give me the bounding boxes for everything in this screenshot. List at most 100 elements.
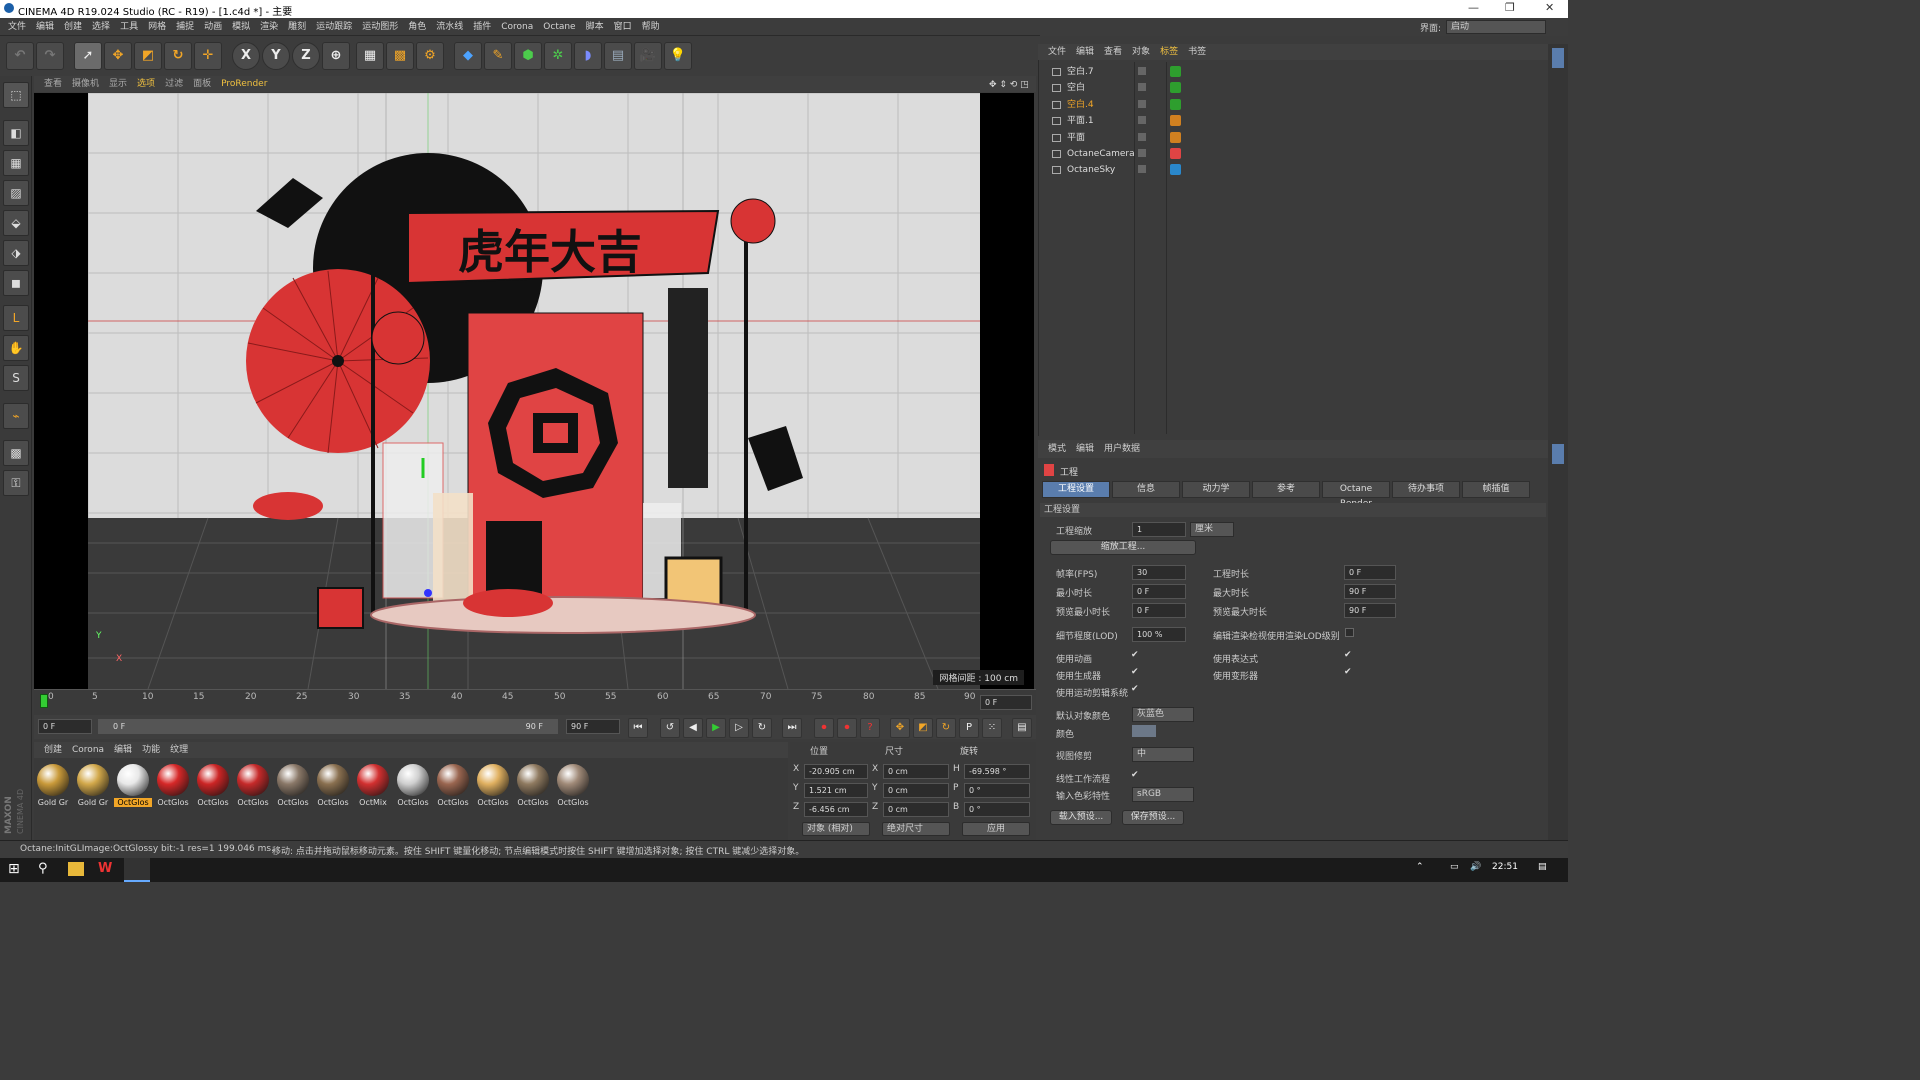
object-tag-icon[interactable] <box>1170 66 1181 77</box>
floor-icon[interactable]: ▤ <box>604 42 632 70</box>
menu-sculpt[interactable]: 雕刻 <box>288 22 306 32</box>
redo-button[interactable]: ↷ <box>36 42 64 70</box>
prev-key-icon[interactable]: ↺ <box>660 718 680 738</box>
viewport-menu-filter[interactable]: 过滤 <box>165 79 183 89</box>
render-view-icon[interactable]: ▦ <box>356 42 384 70</box>
preview-range-slider[interactable]: 0 F 90 F <box>98 719 558 734</box>
menu-snap[interactable]: 捕捉 <box>176 22 194 32</box>
default-color-select[interactable]: 灰蓝色 <box>1132 707 1194 722</box>
material-swatch[interactable]: OctGlos <box>434 762 472 807</box>
obj-menu-view[interactable]: 查看 <box>1104 47 1122 57</box>
menu-help[interactable]: 帮助 <box>642 22 660 32</box>
menu-tools[interactable]: 工具 <box>120 22 138 32</box>
max-time-field[interactable]: 90 F <box>1344 584 1396 599</box>
tab-info[interactable]: 信息 <box>1112 481 1180 498</box>
tab-frame-interpolation[interactable]: 帧插值 <box>1462 481 1530 498</box>
prev-frame-icon[interactable]: ◀ <box>683 718 703 738</box>
points-mode-icon[interactable]: ⬙ <box>3 210 29 236</box>
deformer-icon[interactable]: ◗ <box>574 42 602 70</box>
goto-end-icon[interactable]: ⏭ <box>782 718 802 738</box>
menu-edit[interactable]: 编辑 <box>36 22 54 32</box>
viewport-menu-cameras[interactable]: 摄像机 <box>72 79 99 89</box>
render-settings-icon[interactable]: ⚙ <box>416 42 444 70</box>
x-axis-lock[interactable]: X <box>232 42 260 70</box>
object-row[interactable]: OctaneCamera <box>1042 146 1542 162</box>
use-animation-checkbox[interactable]: ✔ <box>1131 650 1139 660</box>
position-field[interactable]: -20.905 cm <box>804 764 868 779</box>
volume-icon[interactable]: 🔊 <box>1470 862 1481 872</box>
viewport-menu-options[interactable]: 选项 <box>137 79 155 89</box>
notifications-icon[interactable]: ▤ <box>1538 862 1547 872</box>
key-position-icon[interactable]: ✥ <box>890 718 910 738</box>
scale-project-button[interactable]: 缩放工程... <box>1050 540 1196 555</box>
wps-icon[interactable]: W <box>98 861 112 876</box>
menu-file[interactable]: 文件 <box>8 22 26 32</box>
object-tag-icon[interactable] <box>1170 115 1181 127</box>
rotation-field[interactable]: 0 ° <box>964 802 1030 817</box>
load-preset-button[interactable]: 载入预设... <box>1050 810 1112 825</box>
object-row[interactable]: 空白.4 <box>1042 97 1542 113</box>
object-tag-icon[interactable] <box>1170 164 1181 176</box>
lock-icon[interactable]: ⚿ <box>3 470 29 496</box>
fps-field[interactable]: 30 <box>1132 565 1186 580</box>
viewport-menu-display[interactable]: 显示 <box>109 79 127 89</box>
coord-size-mode-select[interactable]: 绝对尺寸 <box>882 822 950 836</box>
object-row[interactable]: 平面 <box>1042 130 1542 146</box>
save-preset-button[interactable]: 保存预设... <box>1122 810 1184 825</box>
menu-pipeline[interactable]: 流水线 <box>436 22 463 32</box>
apply-button[interactable]: 应用 <box>962 822 1030 836</box>
workplane-lock-icon[interactable]: ▩ <box>3 440 29 466</box>
material-swatch[interactable]: Gold Gr <box>74 762 112 807</box>
pen-spline-icon[interactable]: ✎ <box>484 42 512 70</box>
visibility-toggle-icon[interactable] <box>1138 83 1146 92</box>
object-row[interactable]: OctaneSky <box>1042 162 1542 178</box>
menu-script[interactable]: 脚本 <box>586 22 604 32</box>
object-row[interactable]: 空白.7 <box>1042 64 1542 80</box>
key-scale-icon[interactable]: ◩ <box>913 718 933 738</box>
menu-window[interactable]: 窗口 <box>614 22 632 32</box>
object-row[interactable]: 空白 <box>1042 80 1542 96</box>
autokey-icon[interactable]: ⏺ <box>837 718 857 738</box>
scale-tool[interactable]: ◩ <box>134 42 162 70</box>
menu-simulate[interactable]: 模拟 <box>232 22 250 32</box>
material-swatch[interactable]: OctGlos <box>514 762 552 807</box>
menu-mesh[interactable]: 网格 <box>148 22 166 32</box>
current-frame-field[interactable]: 0 F <box>980 695 1032 710</box>
material-menu-create[interactable]: 创建 <box>44 745 62 755</box>
material-swatch[interactable]: OctGlos <box>554 762 592 807</box>
model-mode-icon[interactable]: ◧ <box>3 120 29 146</box>
coordinate-system-icon[interactable]: ⊕ <box>322 42 350 70</box>
project-length-field[interactable]: 0 F <box>1344 565 1396 580</box>
obj-menu-file[interactable]: 文件 <box>1048 47 1066 57</box>
use-motion-system-checkbox[interactable]: ✔ <box>1131 684 1139 694</box>
menu-motion-tracker[interactable]: 运动跟踪 <box>316 22 352 32</box>
viewport-nav-icons[interactable]: ✥ ⇕ ⟲ ◳ <box>989 77 1029 93</box>
dock-tab-objects[interactable] <box>1552 48 1564 68</box>
preview-min-field[interactable]: 0 F <box>1132 603 1186 618</box>
file-explorer-icon[interactable] <box>68 862 84 876</box>
subdivision-icon[interactable]: ⬢ <box>514 42 542 70</box>
use-deformers-checkbox[interactable]: ✔ <box>1344 667 1352 677</box>
size-field[interactable]: 0 cm <box>883 783 949 798</box>
rotation-field[interactable]: -69.598 ° <box>964 764 1030 779</box>
obj-menu-tags[interactable]: 标签 <box>1160 47 1178 57</box>
snap-icon[interactable]: S <box>3 365 29 391</box>
play-icon[interactable]: ▶ <box>706 718 726 738</box>
cube-icon[interactable]: ◆ <box>454 42 482 70</box>
material-menu-function[interactable]: 功能 <box>142 745 160 755</box>
tab-project-settings[interactable]: 工程设置 <box>1042 481 1110 498</box>
use-generators-checkbox[interactable]: ✔ <box>1131 667 1139 677</box>
render-picture-viewer-icon[interactable]: ▩ <box>386 42 414 70</box>
material-swatch[interactable]: OctGlos <box>234 762 272 807</box>
visibility-toggle-icon[interactable] <box>1138 99 1146 108</box>
key-pla-icon[interactable]: ⁙ <box>982 718 1002 738</box>
material-menu-edit[interactable]: 编辑 <box>114 745 132 755</box>
material-swatch[interactable]: Gold Gr <box>34 762 72 807</box>
polygons-mode-icon[interactable]: ◼ <box>3 270 29 296</box>
make-editable-icon[interactable]: ⬚ <box>3 82 29 108</box>
tab-octane-render[interactable]: Octane Render <box>1322 481 1390 509</box>
key-rotation-icon[interactable]: ↻ <box>936 718 956 738</box>
object-tag-icon[interactable] <box>1170 82 1181 94</box>
y-axis-lock[interactable]: Y <box>262 42 290 70</box>
viewport-menu-prorender[interactable]: ProRender <box>221 79 267 89</box>
